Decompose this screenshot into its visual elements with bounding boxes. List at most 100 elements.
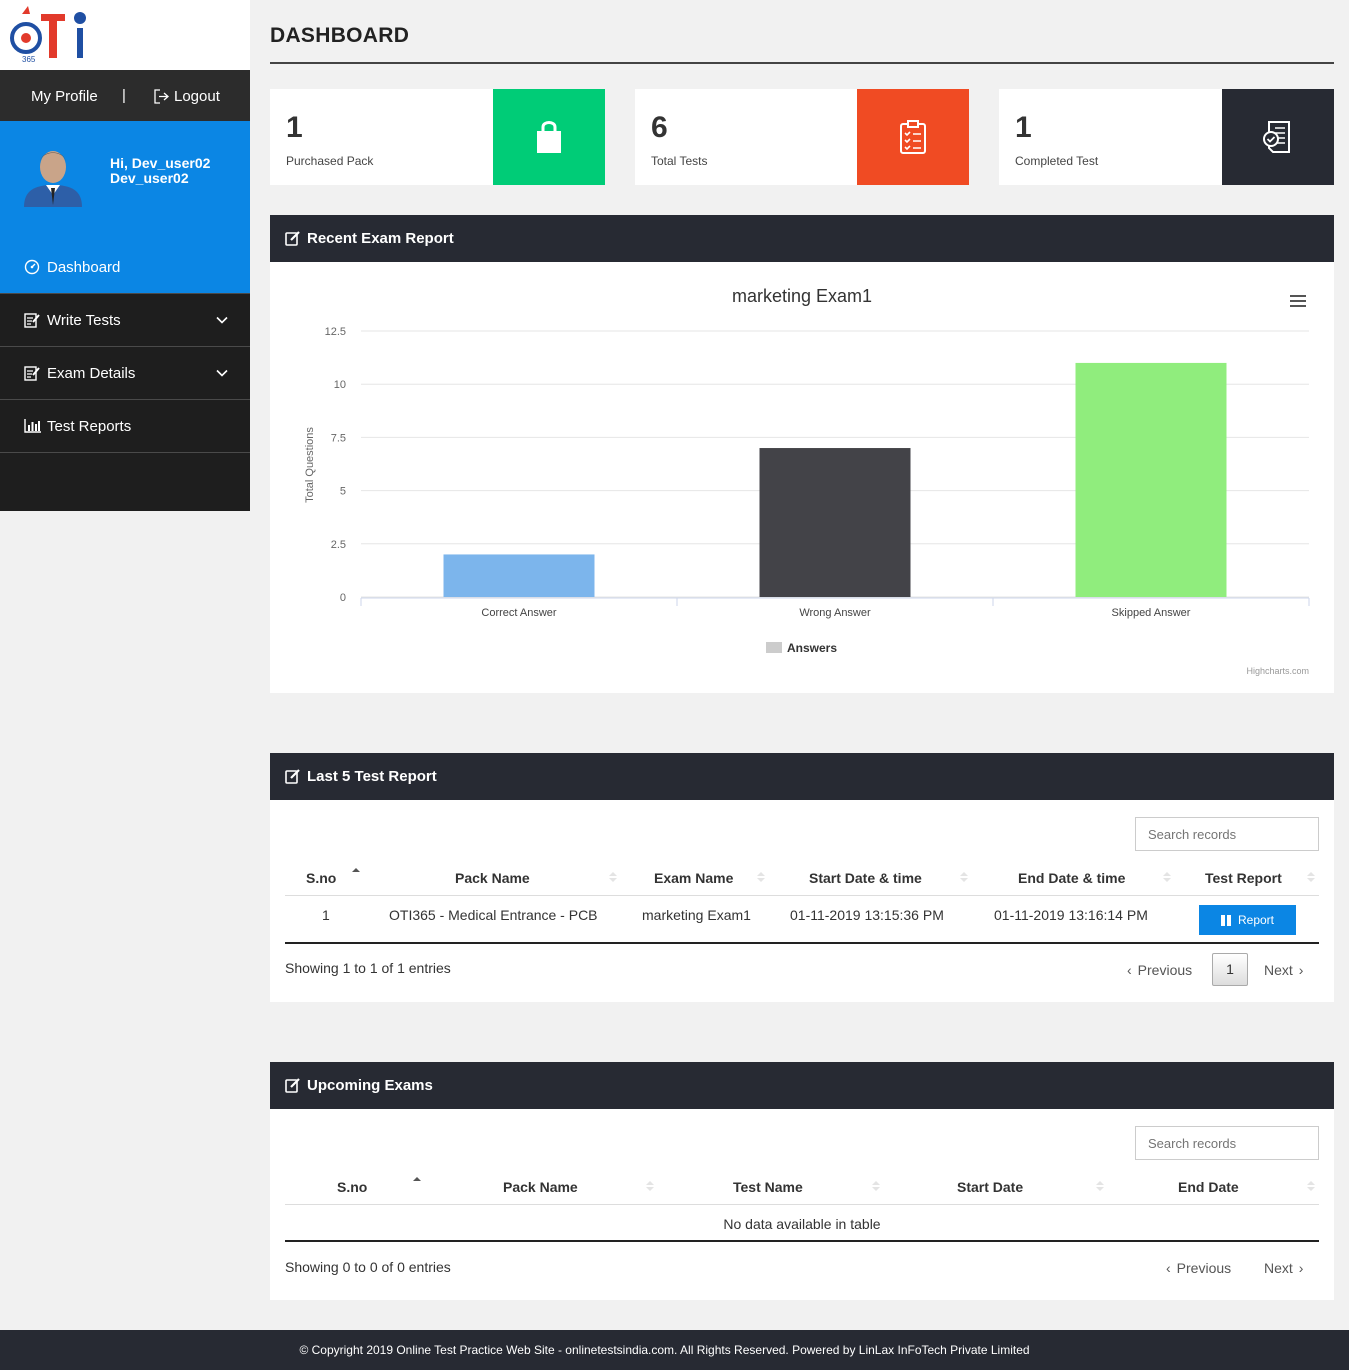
x-tick-label: Skipped Answer <box>1112 607 1191 619</box>
logout-icon <box>154 89 169 104</box>
last5-report-body: S.no Pack Name Exam Name Start Date & ti… <box>270 800 1334 1002</box>
bar-correct-answer[interactable] <box>443 554 595 597</box>
edit-icon <box>24 365 42 381</box>
table-bottom-rule <box>285 942 1319 944</box>
sort-icon[interactable] <box>1096 1180 1104 1192</box>
column-header-start-date[interactable]: Start Date & time <box>809 870 922 886</box>
my-profile-link[interactable]: My Profile <box>31 88 98 105</box>
y-axis-title: Total Questions <box>304 427 316 503</box>
y-tick-label: 5 <box>340 486 346 498</box>
bar-wrong-answer[interactable] <box>759 448 911 597</box>
stat-card-total-tests[interactable]: 6 Total Tests <box>635 89 969 185</box>
logo-area: 365 <box>0 0 250 70</box>
sidebar: 365 My Profile | Logout Hi, Dev_user02 D… <box>0 0 250 511</box>
previous-label: Previous <box>1176 1260 1232 1276</box>
report-button-label: Report <box>1237 913 1275 927</box>
checked-document-icon <box>1263 121 1290 153</box>
column-header-pack-name[interactable]: Pack Name <box>503 1179 578 1195</box>
chevron-right-icon: › <box>1298 1260 1304 1276</box>
cell-sno: 1 <box>322 907 330 923</box>
chevron-down-icon[interactable] <box>216 367 228 379</box>
greeting-line-2: Dev_user02 <box>110 170 189 186</box>
sort-icon[interactable] <box>1307 1180 1315 1192</box>
last5-report-header: Last 5 Test Report <box>270 753 1334 800</box>
oti365-logo[interactable]: 365 <box>8 4 92 66</box>
highcharts-credit[interactable]: Highcharts.com <box>1246 666 1309 676</box>
separator: | <box>122 87 126 104</box>
chevron-right-icon: › <box>1298 962 1304 978</box>
columns-icon <box>1220 914 1231 926</box>
sort-asc-icon[interactable] <box>413 1176 421 1188</box>
sort-icon[interactable] <box>757 871 765 883</box>
stat-icon-box <box>1222 89 1334 185</box>
upcoming-exams-header: Upcoming Exams <box>270 1062 1334 1109</box>
sort-icon[interactable] <box>646 1180 654 1192</box>
stat-icon-box <box>857 89 969 185</box>
column-header-exam-name[interactable]: Exam Name <box>654 870 733 886</box>
cell-exam-name: marketing Exam1 <box>642 907 751 923</box>
sidebar-item-label: Test Reports <box>47 417 132 435</box>
sidebar-item-write-tests[interactable]: Write Tests <box>0 293 250 347</box>
previous-button[interactable]: ‹ Previous <box>1127 962 1192 978</box>
y-tick-label: 12.5 <box>325 326 346 338</box>
sidebar-item-label: Exam Details <box>47 364 136 382</box>
stat-label: Purchased Pack <box>286 154 374 168</box>
x-tick-label: Wrong Answer <box>799 607 871 619</box>
stat-label: Completed Test <box>1015 154 1099 168</box>
stat-value: 1 <box>1015 111 1032 144</box>
empty-table-message: No data available in table <box>723 1216 881 1232</box>
edit-icon <box>285 231 300 246</box>
sidebar-item-dashboard[interactable]: Dashboard <box>0 240 250 294</box>
svg-text:365: 365 <box>22 55 36 64</box>
sort-icon[interactable] <box>1307 871 1315 883</box>
column-header-end-date[interactable]: End Date & time <box>1018 870 1125 886</box>
column-header-test-name[interactable]: Test Name <box>733 1179 803 1195</box>
column-header-start-date[interactable]: Start Date <box>957 1179 1023 1195</box>
cell-pack-name: OTI365 - Medical Entrance - PCB <box>389 907 598 923</box>
previous-button[interactable]: ‹ Previous <box>1166 1260 1231 1276</box>
legend-label[interactable]: Answers <box>787 641 837 655</box>
sort-icon[interactable] <box>1163 871 1171 883</box>
sort-icon[interactable] <box>609 871 617 883</box>
table-header-row: S.no Pack Name Exam Name Start Date & ti… <box>285 858 1319 896</box>
page-title: DASHBOARD <box>270 24 410 47</box>
column-header-sno[interactable]: S.no <box>306 870 336 886</box>
column-header-sno[interactable]: S.no <box>337 1179 367 1195</box>
page-button-current[interactable]: 1 <box>1212 953 1248 986</box>
search-input[interactable] <box>1135 1126 1319 1160</box>
sidebar-item-exam-details[interactable]: Exam Details <box>0 346 250 400</box>
panel-title: Upcoming Exams <box>307 1077 433 1094</box>
profile-bar: My Profile | Logout <box>0 70 250 121</box>
edit-icon <box>285 769 300 784</box>
edit-icon <box>285 1078 300 1093</box>
dashboard-icon <box>24 259 42 275</box>
next-button[interactable]: Next › <box>1264 1260 1303 1276</box>
stat-label: Total Tests <box>651 154 708 168</box>
user-greeting: Hi, Dev_user02 Dev_user02 <box>110 156 210 186</box>
sidebar-item-test-reports[interactable]: Test Reports <box>0 399 250 453</box>
bar-skipped-answer[interactable] <box>1075 362 1227 597</box>
column-header-test-report[interactable]: Test Report <box>1205 870 1282 886</box>
sort-asc-icon[interactable] <box>352 867 360 879</box>
column-header-end-date[interactable]: End Date <box>1178 1179 1239 1195</box>
legend-swatch[interactable] <box>766 642 782 653</box>
logout-link[interactable]: Logout <box>154 88 220 105</box>
search-input[interactable] <box>1135 817 1319 851</box>
previous-label: Previous <box>1137 962 1193 978</box>
next-label: Next <box>1264 962 1293 978</box>
next-button[interactable]: Next › <box>1264 962 1303 978</box>
table-bottom-rule <box>285 1240 1319 1242</box>
sort-icon[interactable] <box>872 1180 880 1192</box>
cell-start-date: 01-11-2019 13:15:36 PM <box>790 907 944 923</box>
column-header-pack-name[interactable]: Pack Name <box>455 870 530 886</box>
sort-icon[interactable] <box>960 871 968 883</box>
shopping-bag-icon <box>537 121 561 153</box>
panel-title: Last 5 Test Report <box>307 768 437 785</box>
report-button[interactable]: Report <box>1199 905 1296 935</box>
stat-card-purchased-pack[interactable]: 1 Purchased Pack <box>270 89 605 185</box>
recent-exam-report-header: Recent Exam Report <box>270 215 1334 262</box>
stat-card-completed-test[interactable]: 1 Completed Test <box>999 89 1334 185</box>
logout-label: Logout <box>174 88 220 105</box>
table-header-row: S.no Pack Name Test Name Start Date End … <box>285 1167 1319 1205</box>
chevron-down-icon[interactable] <box>216 314 228 326</box>
